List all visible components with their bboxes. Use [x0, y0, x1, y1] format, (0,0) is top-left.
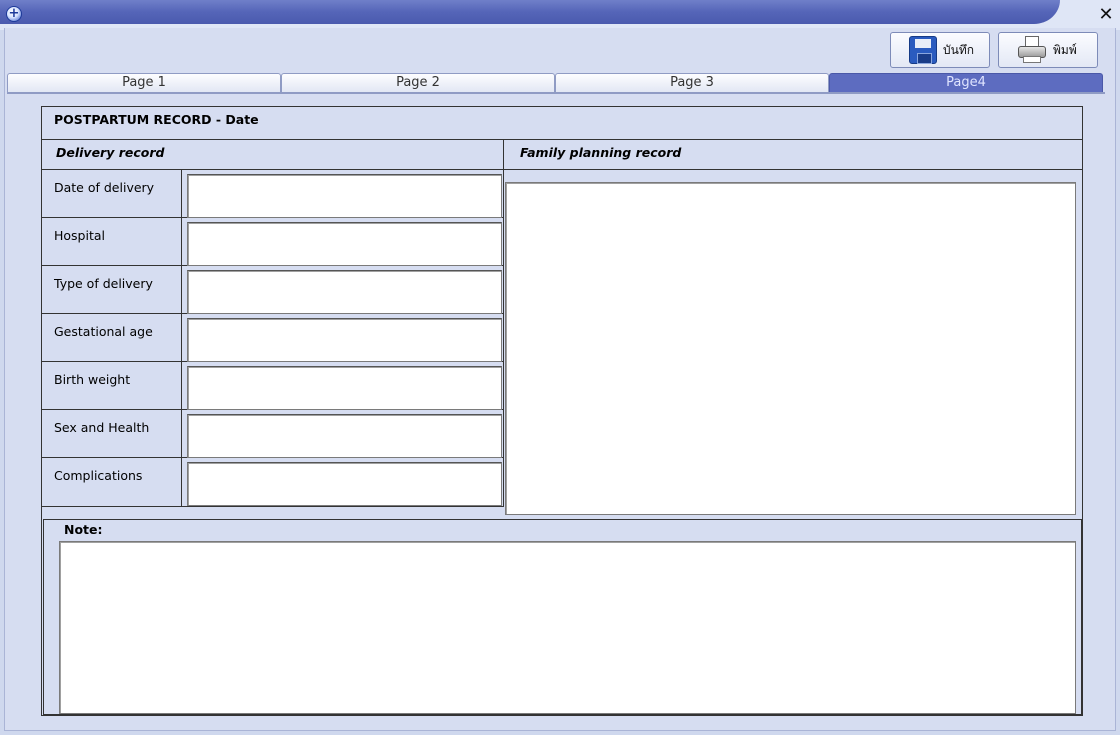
note-section: Note:: [43, 519, 1082, 715]
delivery-record-heading: Delivery record: [42, 140, 504, 170]
gestational-age-field[interactable]: [187, 318, 502, 362]
date-of-delivery-field[interactable]: [187, 174, 502, 218]
tab-underline: [7, 92, 1105, 94]
row-sex-and-health: Sex and Health: [42, 410, 504, 458]
tab-strip: Page 1 Page 2 Page 3 Page4: [7, 73, 1105, 93]
row-complications: Complications: [42, 458, 504, 507]
field-label: Type of delivery: [42, 266, 182, 313]
complications-field[interactable]: [187, 462, 502, 506]
print-button-label: พิมพ์: [1053, 42, 1077, 57]
row-hospital: Hospital: [42, 218, 504, 266]
note-label: Note:: [64, 522, 103, 537]
family-planning-field[interactable]: [505, 182, 1076, 515]
field-label: Hospital: [42, 218, 182, 265]
row-type-of-delivery: Type of delivery: [42, 266, 504, 314]
field-label: Birth weight: [42, 362, 182, 409]
form-title: POSTPARTUM RECORD - Date: [42, 107, 1082, 140]
field-label: Complications: [42, 458, 182, 506]
main-window: บันทึก พิมพ์ Page 1 Page 2 Page 3 Page4 …: [4, 28, 1116, 731]
tab-page-2[interactable]: Page 2: [281, 73, 555, 92]
row-gestational-age: Gestational age: [42, 314, 504, 362]
field-label: Date of delivery: [42, 170, 182, 217]
tab-page-1[interactable]: Page 1: [7, 73, 281, 92]
tab-page-4[interactable]: Page4: [829, 73, 1103, 92]
row-date-of-delivery: Date of delivery: [42, 170, 504, 218]
field-label: Gestational age: [42, 314, 182, 361]
title-bar-band: [0, 0, 1060, 24]
field-label: Sex and Health: [42, 410, 182, 457]
hospital-field[interactable]: [187, 222, 502, 266]
tab-page-3[interactable]: Page 3: [555, 73, 829, 92]
floppy-disk-icon: [909, 36, 937, 64]
printer-icon: [1017, 36, 1047, 64]
row-birth-weight: Birth weight: [42, 362, 504, 410]
type-of-delivery-field[interactable]: [187, 270, 502, 314]
title-bar: + ✕: [0, 0, 1120, 30]
birth-weight-field[interactable]: [187, 366, 502, 410]
save-button-label: บันทึก: [943, 42, 974, 57]
save-button[interactable]: บันทึก: [890, 32, 990, 68]
plus-circle-icon[interactable]: +: [6, 6, 22, 22]
note-field[interactable]: [59, 541, 1076, 714]
print-button[interactable]: พิมพ์: [998, 32, 1098, 68]
sex-and-health-field[interactable]: [187, 414, 502, 458]
close-button[interactable]: ✕: [1096, 5, 1116, 25]
family-planning-heading: Family planning record: [504, 140, 1082, 170]
postpartum-record-panel: POSTPARTUM RECORD - Date Delivery record…: [41, 106, 1083, 716]
